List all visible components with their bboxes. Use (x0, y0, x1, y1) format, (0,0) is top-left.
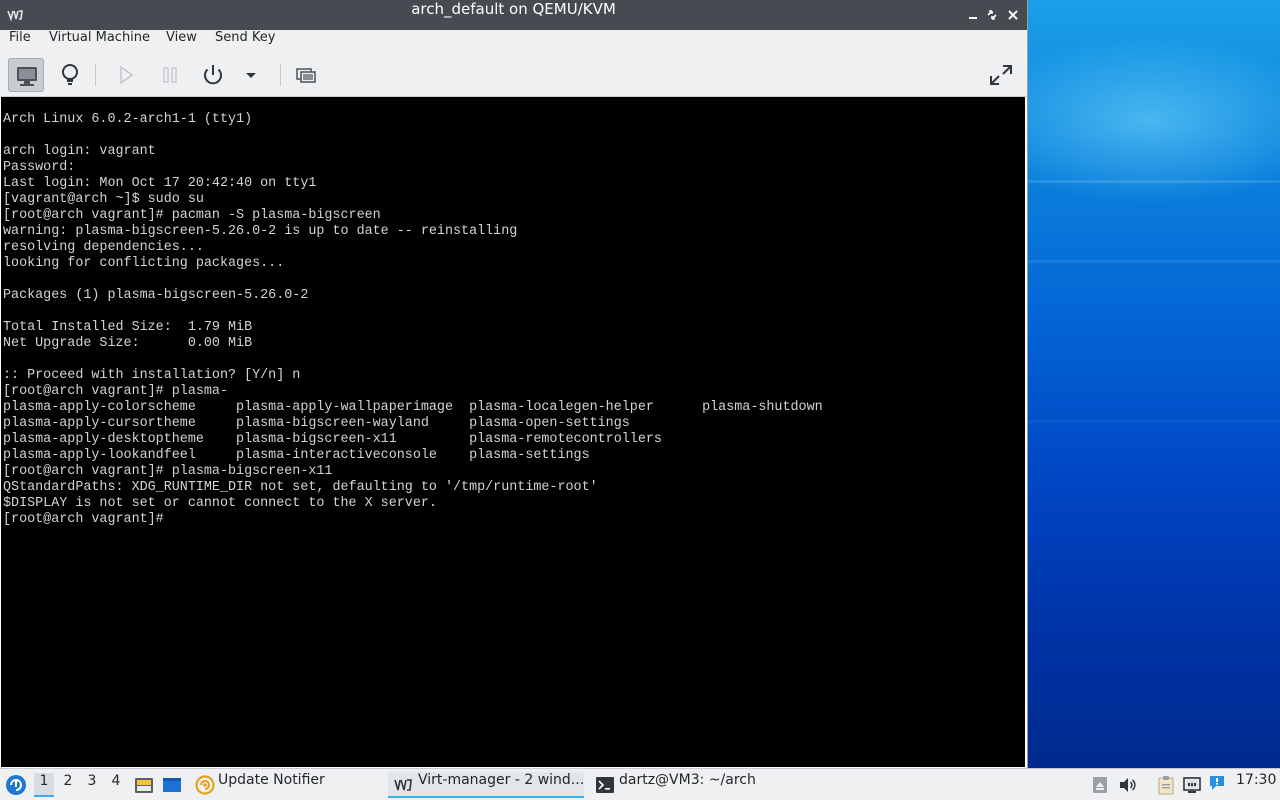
system-clock[interactable]: 17:30 (1236, 772, 1276, 798)
monitor-icon (17, 67, 37, 86)
volume-icon[interactable] (1117, 775, 1137, 795)
terminal-icon (596, 777, 614, 793)
snapshots-button[interactable] (288, 58, 324, 92)
console-line: [root@arch vagrant]# plasma-bigscreen-x1… (3, 464, 333, 479)
notification-icon[interactable] (1207, 773, 1227, 793)
task-terminal[interactable]: dartz@VM3: ~/arch (592, 772, 792, 798)
update-notifier-icon (195, 775, 215, 795)
console-line: looking for conflicting packages... (3, 256, 285, 271)
desktop-3[interactable]: 3 (82, 773, 102, 797)
network-icon[interactable] (1182, 775, 1202, 795)
console-line: [root@arch vagrant]# (3, 512, 164, 527)
console-line: resolving dependencies... (3, 240, 204, 255)
console-line: $DISPLAY is not set or cannot connect to… (3, 496, 437, 511)
pause-icon (163, 67, 177, 83)
console-line: [root@arch vagrant]# plasma- (3, 384, 228, 399)
console-line: Password: (3, 160, 76, 175)
shutdown-button[interactable] (195, 58, 231, 92)
task-label: dartz@VM3: ~/arch (619, 772, 756, 788)
chevron-down-icon (246, 73, 256, 78)
console-line: :: Proceed with installation? [Y/n] n (3, 368, 301, 383)
clipboard-icon[interactable] (1156, 775, 1176, 795)
vm-console-window: arch_default on QEMU/KVM File Virtual Ma… (0, 0, 1027, 768)
shutdown-menu-button[interactable] (238, 58, 264, 92)
window-titlebar[interactable]: arch_default on QEMU/KVM (0, 0, 1027, 30)
console-line: warning: plasma-bigscreen-5.26.0-2 is up… (3, 224, 518, 239)
restore-icon[interactable] (983, 6, 1001, 24)
console-line: [vagrant@arch ~]$ sudo su (3, 192, 204, 207)
console-line: arch login: vagrant (3, 144, 156, 159)
wallpaper-highlight (1028, 420, 1280, 423)
lightbulb-icon (62, 64, 78, 85)
menu-file[interactable]: File (9, 30, 31, 54)
console-line: Packages (1) plasma-bigscreen-5.26.0-2 (3, 288, 309, 303)
toolbar-separator (95, 64, 96, 86)
fullscreen-icon (990, 65, 1012, 85)
wallpaper-highlight (1028, 260, 1280, 263)
desktop-1[interactable]: 1 (34, 773, 54, 797)
console-line: Net Upgrade Size: 0.00 MiB (3, 336, 253, 351)
console-line: plasma-apply-lookandfeel plasma-interact… (3, 448, 590, 463)
console-line: plasma-apply-desktoptheme plasma-bigscre… (3, 432, 662, 447)
vm-console-display[interactable]: Arch Linux 6.0.2-arch1-1 (tty1) arch log… (1, 97, 1025, 767)
details-view-button[interactable] (52, 58, 88, 92)
console-line: [root@arch vagrant]# pacman -S plasma-bi… (3, 208, 381, 223)
menu-view[interactable]: View (166, 30, 197, 54)
show-desktop-icon[interactable] (162, 775, 182, 795)
close-icon[interactable] (1004, 6, 1022, 24)
fullscreen-button[interactable] (983, 58, 1019, 92)
task-label: Virt-manager - 2 wind... (418, 772, 584, 788)
virt-manager-icon (394, 779, 412, 791)
console-line: Last login: Mon Oct 17 20:42:40 on tty1 (3, 176, 317, 191)
power-icon (204, 65, 222, 85)
desktop-2[interactable]: 2 (58, 773, 78, 797)
pause-button[interactable] (152, 58, 188, 92)
removable-media-icon[interactable] (1090, 775, 1110, 795)
task-virt-manager[interactable]: Virt-manager - 2 wind... (388, 772, 584, 798)
task-label: Update Notifier (218, 772, 325, 788)
toolbar-separator (280, 64, 281, 86)
console-line: plasma-apply-colorscheme plasma-apply-wa… (3, 400, 823, 415)
menu-send-key[interactable]: Send Key (215, 30, 275, 54)
wallpaper-highlight (1028, 180, 1280, 183)
run-button[interactable] (108, 58, 144, 92)
console-line: plasma-apply-cursortheme plasma-bigscree… (3, 416, 630, 431)
snapshot-icon (296, 68, 316, 83)
minimize-icon[interactable] (964, 6, 982, 24)
taskbar: 1 2 3 4 Update Notifier Virt-manager - 2… (0, 768, 1280, 800)
console-line: Total Installed Size: 1.79 MiB (3, 320, 253, 335)
desktop-4[interactable]: 4 (106, 773, 126, 797)
menu-virtual-machine[interactable]: Virtual Machine (49, 30, 150, 54)
task-update-notifier[interactable]: Update Notifier (192, 772, 378, 798)
console-line: QStandardPaths: XDG_RUNTIME_DIR not set,… (3, 480, 598, 495)
window-title: arch_default on QEMU/KVM (411, 0, 616, 18)
console-line: Arch Linux 6.0.2-arch1-1 (tty1) (3, 112, 253, 127)
start-menu-icon[interactable] (5, 774, 27, 796)
toolbar (0, 54, 1027, 97)
menu-bar: File Virtual Machine View Send Key (0, 30, 1027, 54)
file-manager-icon[interactable] (134, 775, 154, 795)
console-view-button[interactable] (8, 58, 44, 92)
play-icon (120, 65, 134, 85)
